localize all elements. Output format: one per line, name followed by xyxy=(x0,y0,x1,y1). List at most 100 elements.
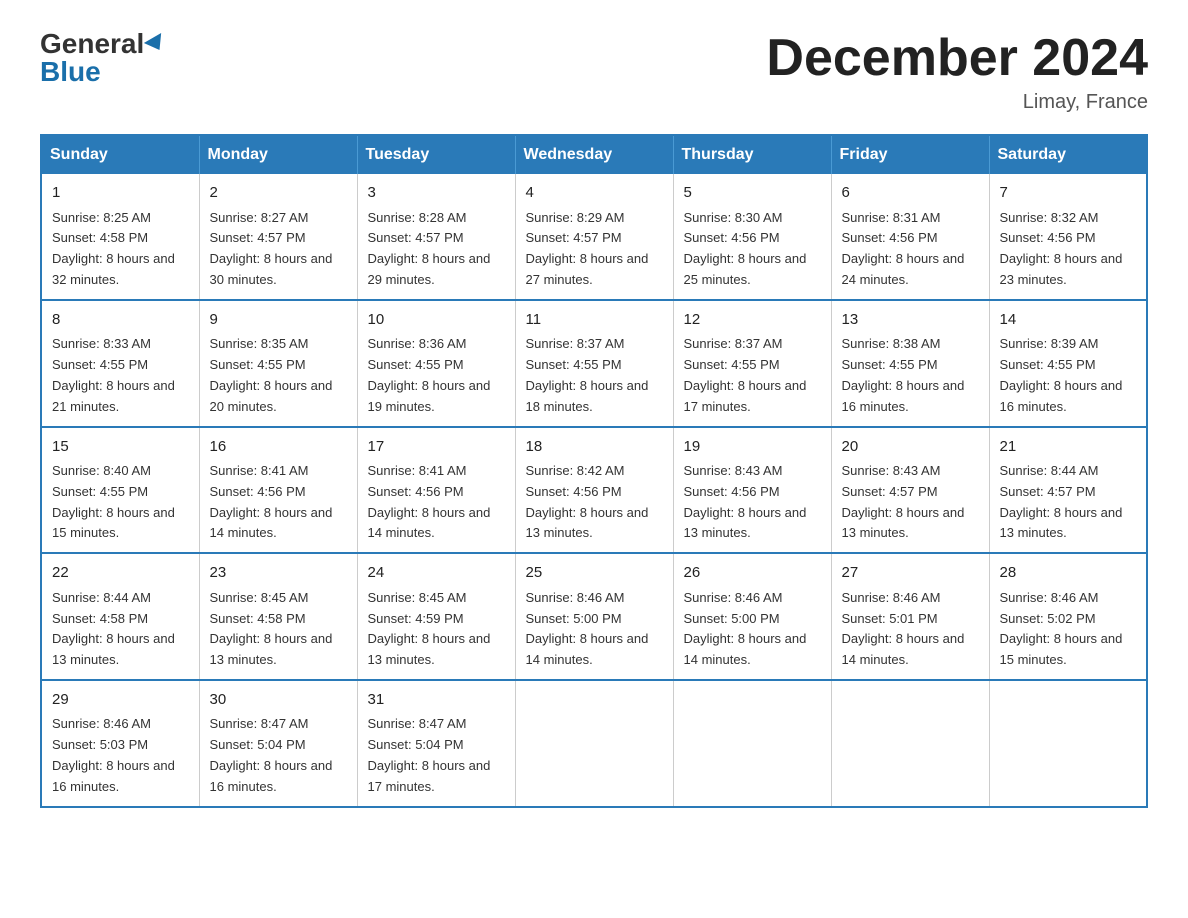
week-row-5: 29 Sunrise: 8:46 AMSunset: 5:03 PMDaylig… xyxy=(41,680,1147,807)
logo-triangle-icon xyxy=(144,33,168,55)
week-row-3: 15 Sunrise: 8:40 AMSunset: 4:55 PMDaylig… xyxy=(41,427,1147,554)
logo-general-text: General xyxy=(40,30,144,58)
header-tuesday: Tuesday xyxy=(357,135,515,174)
day-number: 15 xyxy=(52,436,189,459)
day-info: Sunrise: 8:41 AMSunset: 4:56 PMDaylight:… xyxy=(210,463,333,540)
week-row-1: 1 Sunrise: 8:25 AMSunset: 4:58 PMDayligh… xyxy=(41,174,1147,300)
day-number: 27 xyxy=(842,562,979,585)
day-cell-5: 5 Sunrise: 8:30 AMSunset: 4:56 PMDayligh… xyxy=(673,174,831,300)
day-cell-6: 6 Sunrise: 8:31 AMSunset: 4:56 PMDayligh… xyxy=(831,174,989,300)
day-info: Sunrise: 8:31 AMSunset: 4:56 PMDaylight:… xyxy=(842,210,965,287)
day-cell-25: 25 Sunrise: 8:46 AMSunset: 5:00 PMDaylig… xyxy=(515,553,673,680)
day-cell-21: 21 Sunrise: 8:44 AMSunset: 4:57 PMDaylig… xyxy=(989,427,1147,554)
day-number: 10 xyxy=(368,309,505,332)
day-cell-11: 11 Sunrise: 8:37 AMSunset: 4:55 PMDaylig… xyxy=(515,300,673,427)
day-number: 3 xyxy=(368,182,505,205)
day-cell-7: 7 Sunrise: 8:32 AMSunset: 4:56 PMDayligh… xyxy=(989,174,1147,300)
day-cell-26: 26 Sunrise: 8:46 AMSunset: 5:00 PMDaylig… xyxy=(673,553,831,680)
header-thursday: Thursday xyxy=(673,135,831,174)
day-cell-1: 1 Sunrise: 8:25 AMSunset: 4:58 PMDayligh… xyxy=(41,174,199,300)
header-friday: Friday xyxy=(831,135,989,174)
day-info: Sunrise: 8:37 AMSunset: 4:55 PMDaylight:… xyxy=(526,336,649,413)
logo: General Blue xyxy=(40,30,166,86)
day-info: Sunrise: 8:40 AMSunset: 4:55 PMDaylight:… xyxy=(52,463,175,540)
logo-blue-text: Blue xyxy=(40,58,101,86)
day-cell-12: 12 Sunrise: 8:37 AMSunset: 4:55 PMDaylig… xyxy=(673,300,831,427)
title-area: December 2024 Limay, France xyxy=(766,30,1148,114)
day-number: 28 xyxy=(1000,562,1137,585)
day-cell-3: 3 Sunrise: 8:28 AMSunset: 4:57 PMDayligh… xyxy=(357,174,515,300)
month-title: December 2024 xyxy=(766,30,1148,87)
day-number: 20 xyxy=(842,436,979,459)
day-cell-14: 14 Sunrise: 8:39 AMSunset: 4:55 PMDaylig… xyxy=(989,300,1147,427)
day-info: Sunrise: 8:27 AMSunset: 4:57 PMDaylight:… xyxy=(210,210,333,287)
calendar-header-row: SundayMondayTuesdayWednesdayThursdayFrid… xyxy=(41,135,1147,174)
day-info: Sunrise: 8:25 AMSunset: 4:58 PMDaylight:… xyxy=(52,210,175,287)
day-cell-16: 16 Sunrise: 8:41 AMSunset: 4:56 PMDaylig… xyxy=(199,427,357,554)
day-info: Sunrise: 8:42 AMSunset: 4:56 PMDaylight:… xyxy=(526,463,649,540)
header-sunday: Sunday xyxy=(41,135,199,174)
day-info: Sunrise: 8:29 AMSunset: 4:57 PMDaylight:… xyxy=(526,210,649,287)
day-number: 14 xyxy=(1000,309,1137,332)
day-cell-20: 20 Sunrise: 8:43 AMSunset: 4:57 PMDaylig… xyxy=(831,427,989,554)
day-number: 30 xyxy=(210,689,347,712)
day-number: 25 xyxy=(526,562,663,585)
day-info: Sunrise: 8:28 AMSunset: 4:57 PMDaylight:… xyxy=(368,210,491,287)
day-number: 23 xyxy=(210,562,347,585)
day-cell-31: 31 Sunrise: 8:47 AMSunset: 5:04 PMDaylig… xyxy=(357,680,515,807)
empty-cell xyxy=(989,680,1147,807)
location-label: Limay, France xyxy=(766,91,1148,114)
day-info: Sunrise: 8:47 AMSunset: 5:04 PMDaylight:… xyxy=(210,716,333,793)
day-number: 1 xyxy=(52,182,189,205)
day-info: Sunrise: 8:30 AMSunset: 4:56 PMDaylight:… xyxy=(684,210,807,287)
day-cell-29: 29 Sunrise: 8:46 AMSunset: 5:03 PMDaylig… xyxy=(41,680,199,807)
day-number: 22 xyxy=(52,562,189,585)
day-cell-19: 19 Sunrise: 8:43 AMSunset: 4:56 PMDaylig… xyxy=(673,427,831,554)
day-cell-17: 17 Sunrise: 8:41 AMSunset: 4:56 PMDaylig… xyxy=(357,427,515,554)
day-info: Sunrise: 8:43 AMSunset: 4:57 PMDaylight:… xyxy=(842,463,965,540)
empty-cell xyxy=(515,680,673,807)
day-info: Sunrise: 8:43 AMSunset: 4:56 PMDaylight:… xyxy=(684,463,807,540)
day-number: 19 xyxy=(684,436,821,459)
week-row-2: 8 Sunrise: 8:33 AMSunset: 4:55 PMDayligh… xyxy=(41,300,1147,427)
day-number: 24 xyxy=(368,562,505,585)
day-info: Sunrise: 8:44 AMSunset: 4:57 PMDaylight:… xyxy=(1000,463,1123,540)
day-cell-28: 28 Sunrise: 8:46 AMSunset: 5:02 PMDaylig… xyxy=(989,553,1147,680)
header-wednesday: Wednesday xyxy=(515,135,673,174)
day-cell-24: 24 Sunrise: 8:45 AMSunset: 4:59 PMDaylig… xyxy=(357,553,515,680)
day-info: Sunrise: 8:47 AMSunset: 5:04 PMDaylight:… xyxy=(368,716,491,793)
day-info: Sunrise: 8:35 AMSunset: 4:55 PMDaylight:… xyxy=(210,336,333,413)
day-cell-8: 8 Sunrise: 8:33 AMSunset: 4:55 PMDayligh… xyxy=(41,300,199,427)
day-info: Sunrise: 8:36 AMSunset: 4:55 PMDaylight:… xyxy=(368,336,491,413)
day-cell-10: 10 Sunrise: 8:36 AMSunset: 4:55 PMDaylig… xyxy=(357,300,515,427)
day-number: 16 xyxy=(210,436,347,459)
day-cell-9: 9 Sunrise: 8:35 AMSunset: 4:55 PMDayligh… xyxy=(199,300,357,427)
day-info: Sunrise: 8:32 AMSunset: 4:56 PMDaylight:… xyxy=(1000,210,1123,287)
day-number: 21 xyxy=(1000,436,1137,459)
day-info: Sunrise: 8:46 AMSunset: 5:03 PMDaylight:… xyxy=(52,716,175,793)
day-info: Sunrise: 8:39 AMSunset: 4:55 PMDaylight:… xyxy=(1000,336,1123,413)
day-number: 11 xyxy=(526,309,663,332)
day-info: Sunrise: 8:38 AMSunset: 4:55 PMDaylight:… xyxy=(842,336,965,413)
day-number: 13 xyxy=(842,309,979,332)
day-info: Sunrise: 8:37 AMSunset: 4:55 PMDaylight:… xyxy=(684,336,807,413)
day-cell-4: 4 Sunrise: 8:29 AMSunset: 4:57 PMDayligh… xyxy=(515,174,673,300)
day-number: 29 xyxy=(52,689,189,712)
day-cell-27: 27 Sunrise: 8:46 AMSunset: 5:01 PMDaylig… xyxy=(831,553,989,680)
day-info: Sunrise: 8:46 AMSunset: 5:00 PMDaylight:… xyxy=(526,590,649,667)
empty-cell xyxy=(831,680,989,807)
day-number: 12 xyxy=(684,309,821,332)
week-row-4: 22 Sunrise: 8:44 AMSunset: 4:58 PMDaylig… xyxy=(41,553,1147,680)
day-cell-22: 22 Sunrise: 8:44 AMSunset: 4:58 PMDaylig… xyxy=(41,553,199,680)
day-info: Sunrise: 8:41 AMSunset: 4:56 PMDaylight:… xyxy=(368,463,491,540)
day-info: Sunrise: 8:45 AMSunset: 4:58 PMDaylight:… xyxy=(210,590,333,667)
day-cell-15: 15 Sunrise: 8:40 AMSunset: 4:55 PMDaylig… xyxy=(41,427,199,554)
day-info: Sunrise: 8:46 AMSunset: 5:00 PMDaylight:… xyxy=(684,590,807,667)
day-number: 31 xyxy=(368,689,505,712)
day-info: Sunrise: 8:46 AMSunset: 5:01 PMDaylight:… xyxy=(842,590,965,667)
day-info: Sunrise: 8:46 AMSunset: 5:02 PMDaylight:… xyxy=(1000,590,1123,667)
header-saturday: Saturday xyxy=(989,135,1147,174)
day-number: 8 xyxy=(52,309,189,332)
day-number: 26 xyxy=(684,562,821,585)
day-info: Sunrise: 8:45 AMSunset: 4:59 PMDaylight:… xyxy=(368,590,491,667)
